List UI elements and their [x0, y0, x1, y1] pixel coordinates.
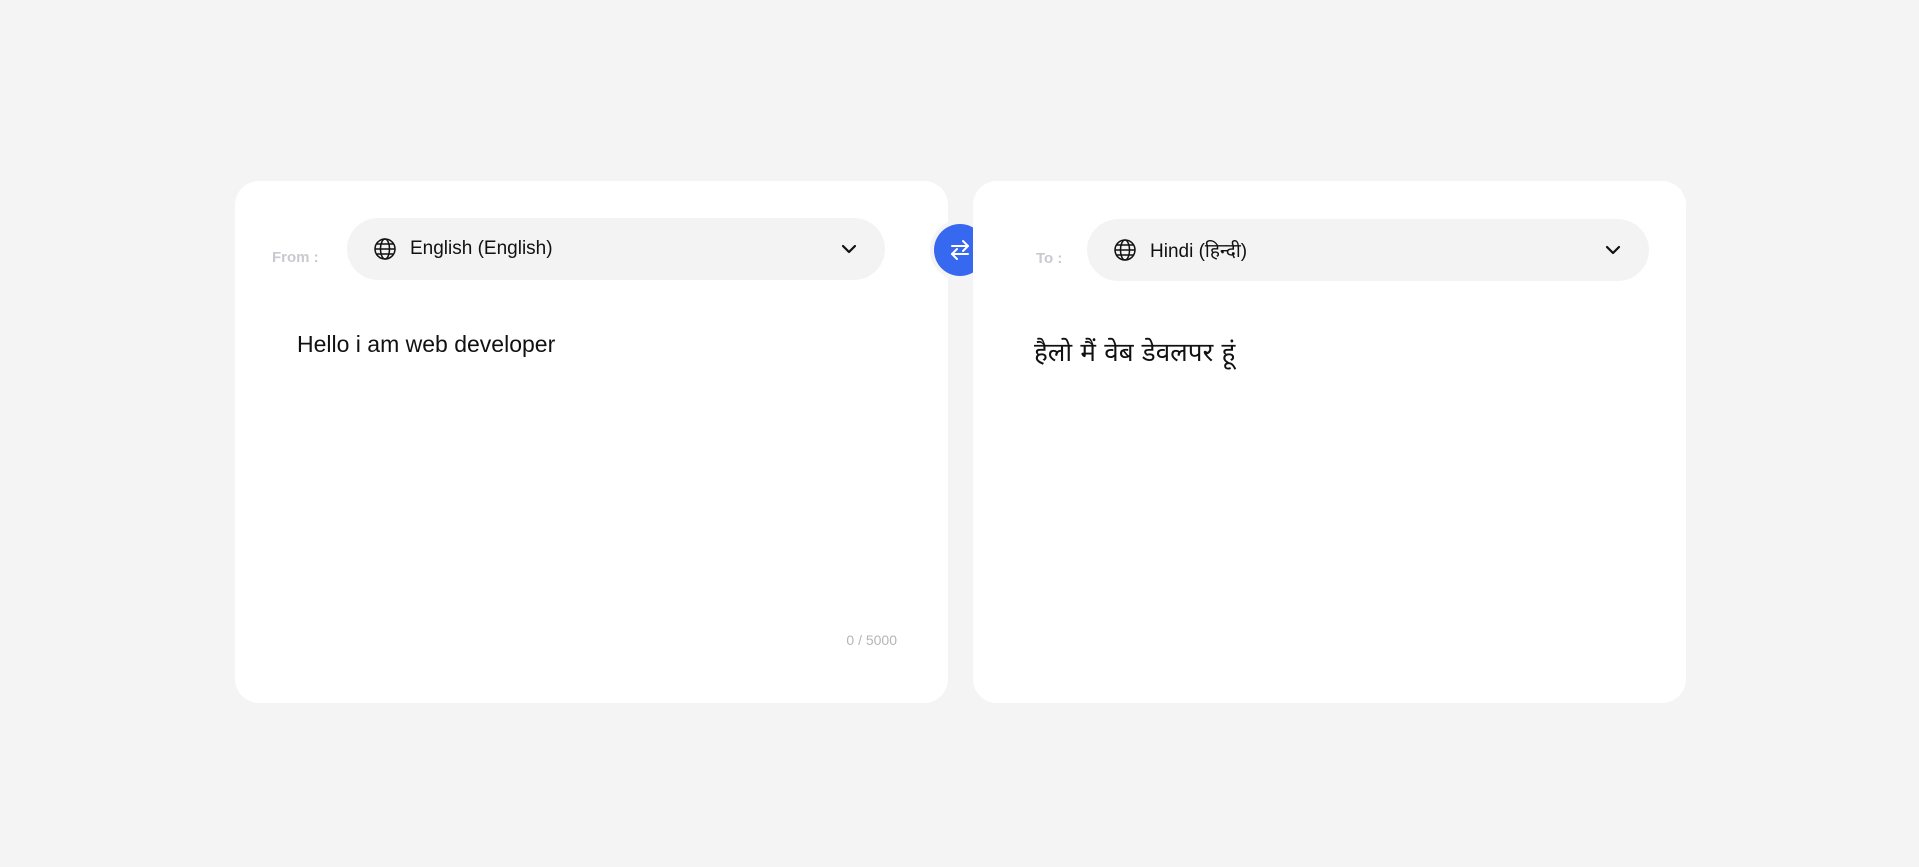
source-language-name: English (English)	[410, 238, 553, 259]
translated-text: हैलो मैं वेब डेवलपर हूं	[1034, 338, 1236, 368]
source-panel: From : English (English) 0 / 5000	[235, 181, 948, 703]
chevron-down-icon	[839, 239, 859, 259]
target-language-name: Hindi (हिन्दी)	[1150, 241, 1248, 262]
target-panel: To : Hindi (हिन्दी) हैलो मैं वेब डेवलपर …	[973, 181, 1686, 703]
globe-icon	[373, 237, 397, 261]
target-language-select[interactable]: Hindi (हिन्दी)	[1087, 219, 1649, 281]
translator-page: From : English (English) 0 / 5000	[0, 0, 1919, 867]
chevron-down-icon	[1603, 240, 1623, 260]
from-label: From :	[272, 249, 319, 266]
globe-icon	[1113, 238, 1137, 262]
swap-arrows-icon	[947, 237, 973, 263]
to-label: To :	[1036, 250, 1063, 267]
character-count: 0 / 5000	[846, 632, 897, 648]
source-text-input[interactable]	[297, 331, 907, 611]
source-language-select[interactable]: English (English)	[347, 218, 885, 280]
